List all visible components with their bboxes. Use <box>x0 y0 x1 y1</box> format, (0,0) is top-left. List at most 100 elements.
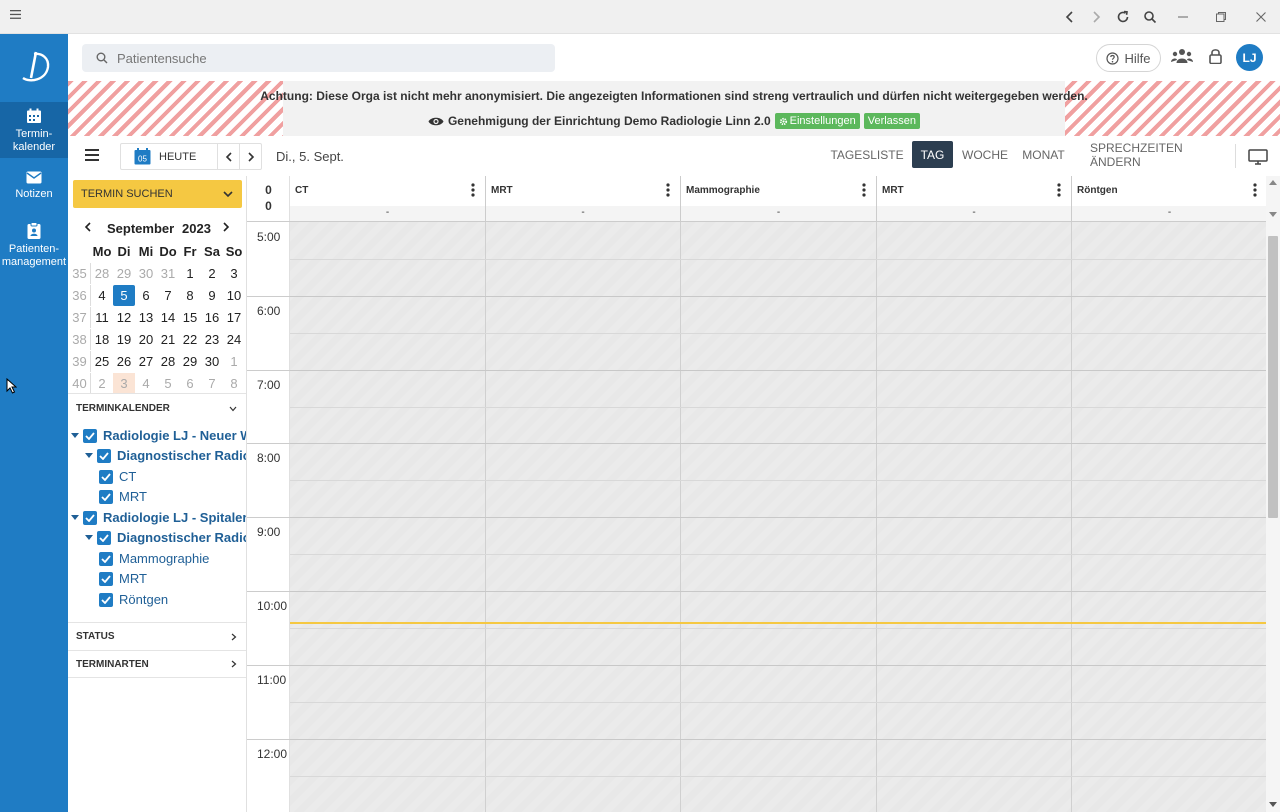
column-header[interactable]: MRT <box>486 176 681 206</box>
calendar-day[interactable]: 31 <box>157 263 179 284</box>
nav-patientenmanagement[interactable]: Patienten- management <box>0 222 68 274</box>
lock-icon[interactable] <box>1209 48 1222 64</box>
caret-down-icon[interactable] <box>85 535 93 540</box>
settings-button[interactable]: Einstellungen <box>774 113 860 129</box>
mini-calendar-year[interactable]: 2023 <box>182 221 211 236</box>
calendar-day[interactable]: 11 <box>91 307 113 328</box>
calendar-day[interactable]: 30 <box>201 351 223 372</box>
column-header[interactable]: CT <box>290 176 486 206</box>
tree-location-neuer-wall[interactable]: Radiologie LJ - Neuer Wall <box>71 428 246 443</box>
calendar-day[interactable]: 3 <box>113 372 135 394</box>
next-day-button[interactable] <box>239 143 261 170</box>
grid-body[interactable] <box>290 222 1266 812</box>
calendar-day[interactable]: 18 <box>91 329 113 350</box>
calendar-day[interactable]: 25 <box>91 351 113 372</box>
calendar-day[interactable]: 22 <box>179 329 201 350</box>
tree-resource-mrt[interactable]: MRT <box>99 571 147 586</box>
view-monat[interactable]: MONAT <box>1021 141 1066 168</box>
view-tagesliste[interactable]: TAGESLISTE <box>830 141 903 168</box>
mini-calendar-month[interactable]: September <box>107 221 174 236</box>
leave-button[interactable]: Verlassen <box>863 113 921 129</box>
section-terminkalender[interactable]: TERMINKALENDER <box>68 393 246 423</box>
more-vertical-icon[interactable] <box>862 183 866 197</box>
calendar-day[interactable]: 8 <box>223 373 245 394</box>
caret-down-icon[interactable] <box>71 433 79 438</box>
calendar-day[interactable]: 4 <box>91 285 113 306</box>
tree-resource-mrt[interactable]: MRT <box>99 489 147 504</box>
checkbox-icon[interactable] <box>97 448 111 463</box>
calendar-day[interactable]: 1 <box>179 263 201 284</box>
scroll-up-icon[interactable] <box>1269 180 1277 185</box>
caret-down-icon[interactable] <box>85 453 93 458</box>
calendar-day[interactable]: 2 <box>201 263 223 284</box>
tree-resource-roentgen[interactable]: Röntgen <box>99 592 168 607</box>
calendar-day[interactable]: 29 <box>113 263 135 284</box>
help-button[interactable]: Hilfe <box>1096 44 1161 72</box>
calendar-day[interactable]: 2 <box>91 373 113 394</box>
column-header[interactable]: Röntgen <box>1072 176 1266 206</box>
grid-scrollbar[interactable] <box>1266 176 1280 812</box>
calendar-day[interactable]: 12 <box>113 307 135 328</box>
calendar-day[interactable]: 21 <box>157 329 179 350</box>
more-vertical-icon[interactable] <box>1057 183 1061 197</box>
tree-location-spitalerstrasse[interactable]: Radiologie LJ - Spitalerstraße <box>71 510 246 525</box>
checkbox-icon[interactable] <box>99 469 113 484</box>
tree-resource-ct[interactable]: CT <box>99 469 136 484</box>
calendar-day[interactable]: 6 <box>135 285 157 306</box>
checkbox-icon[interactable] <box>99 551 113 566</box>
calendar-day[interactable]: 14 <box>157 307 179 328</box>
checkbox-icon[interactable] <box>83 510 97 525</box>
tree-resource-mammographie[interactable]: Mammographie <box>99 551 209 566</box>
calendar-day[interactable]: 7 <box>157 285 179 306</box>
calendar-day[interactable]: 10 <box>223 285 245 306</box>
calendar-day[interactable]: 17 <box>223 307 245 328</box>
calendar-day[interactable]: 7 <box>201 373 223 394</box>
calendar-day[interactable]: 26 <box>113 351 135 372</box>
checkbox-icon[interactable] <box>97 530 111 545</box>
calendar-day[interactable]: 4 <box>135 373 157 394</box>
reload-icon[interactable] <box>1115 9 1131 25</box>
calendar-day[interactable]: 16 <box>201 307 223 328</box>
back-icon[interactable] <box>1062 9 1078 25</box>
calendar-day[interactable]: 3 <box>223 263 245 284</box>
more-vertical-icon[interactable] <box>471 183 475 197</box>
tree-department[interactable]: Diagnostischer Radiologie <box>85 448 246 463</box>
next-month-icon[interactable] <box>222 222 230 232</box>
menu-toggle-icon[interactable] <box>85 149 99 161</box>
calendar-day[interactable]: 1 <box>223 351 245 372</box>
column-header[interactable]: Mammographie <box>681 176 877 206</box>
calendar-day[interactable]: 23 <box>201 329 223 350</box>
view-woche[interactable]: WOCHE <box>960 141 1010 168</box>
calendar-day[interactable]: 5 <box>113 284 135 306</box>
calendar-day[interactable]: 24 <box>223 329 245 350</box>
calendar-day[interactable]: 30 <box>135 263 157 284</box>
checkbox-icon[interactable] <box>99 571 113 586</box>
nav-terminkalender[interactable]: Termin- kalender <box>0 102 68 158</box>
checkbox-icon[interactable] <box>99 489 113 504</box>
calendar-day[interactable]: 29 <box>179 351 201 372</box>
calendar-day[interactable]: 28 <box>157 351 179 372</box>
users-icon[interactable] <box>1171 48 1193 64</box>
section-terminarten[interactable]: TERMINARTEN <box>68 650 246 678</box>
section-status[interactable]: STATUS <box>68 622 246 650</box>
checkbox-icon[interactable] <box>83 428 97 443</box>
restore-icon[interactable] <box>1213 9 1229 25</box>
patient-search-input[interactable]: Patientensuche <box>82 44 555 72</box>
forward-icon[interactable] <box>1088 9 1104 25</box>
search-appointment-button[interactable]: TERMIN SUCHEN <box>73 180 242 208</box>
user-avatar[interactable]: LJ <box>1236 44 1263 71</box>
change-hours-button[interactable]: SPRECHZEITEN ÄNDERN <box>1090 141 1225 169</box>
calendar-day[interactable]: 27 <box>135 351 157 372</box>
hamburger-icon[interactable] <box>10 10 21 19</box>
view-tag[interactable]: TAG <box>912 141 953 168</box>
prev-month-icon[interactable] <box>84 222 92 232</box>
calendar-day[interactable]: 6 <box>179 373 201 394</box>
calendar-day[interactable]: 28 <box>91 263 113 284</box>
nav-notizen[interactable]: Notizen <box>0 171 68 211</box>
minimize-icon[interactable] <box>1175 9 1191 25</box>
more-vertical-icon[interactable] <box>1253 183 1257 197</box>
column-header[interactable]: MRT <box>877 176 1072 206</box>
zoom-icon[interactable] <box>1142 9 1158 25</box>
checkbox-icon[interactable] <box>99 592 113 607</box>
calendar-day[interactable]: 19 <box>113 329 135 350</box>
